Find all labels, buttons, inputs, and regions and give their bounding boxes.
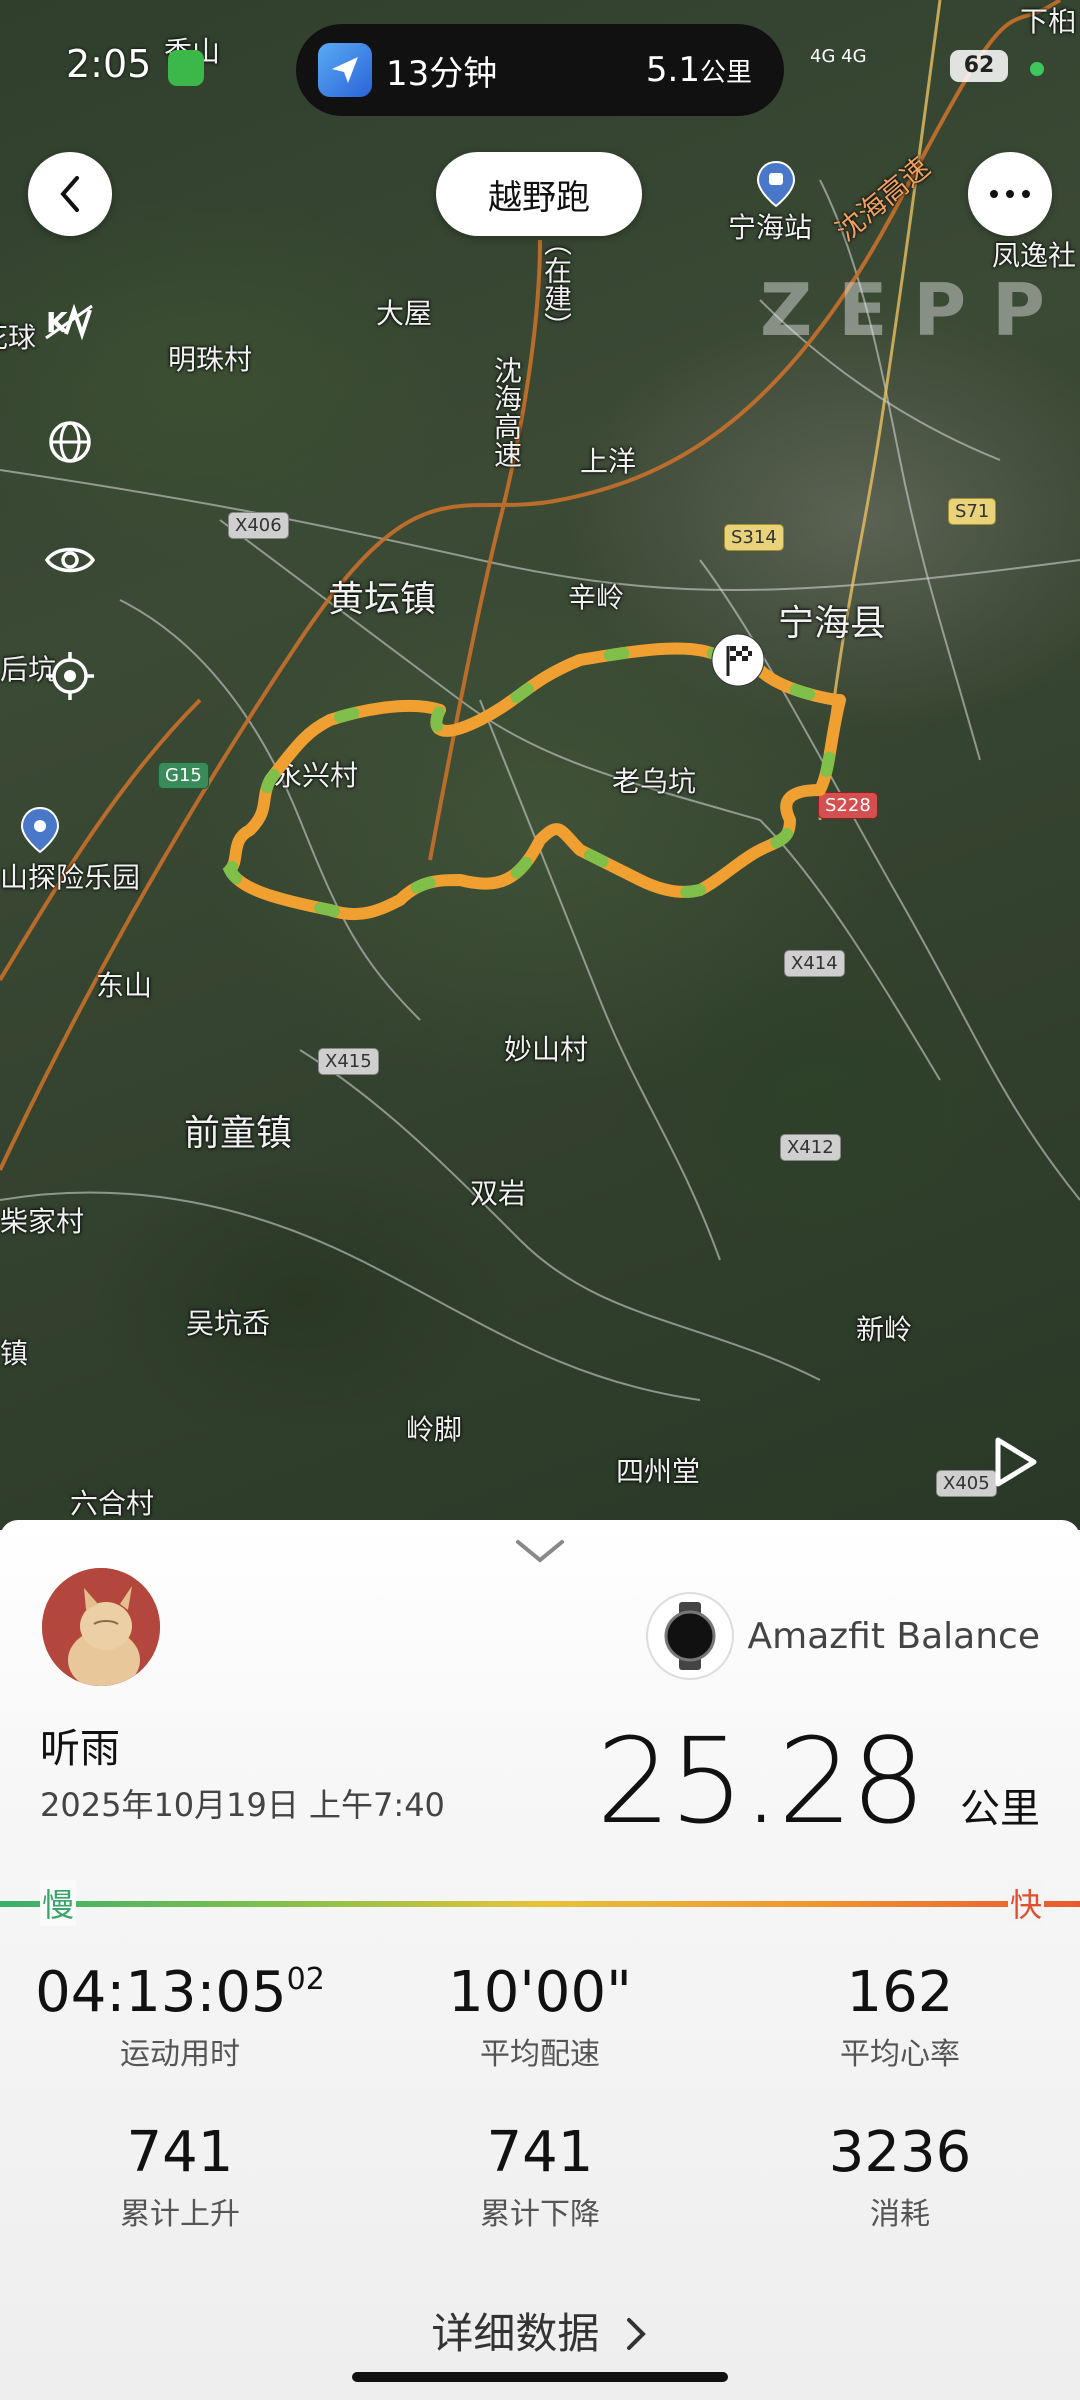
eye-icon <box>44 547 96 573</box>
stat-total-ascent: 741 累计上升 <box>120 2120 240 2232</box>
zepp-watermark: ZEPP <box>760 268 1071 352</box>
pace-gradient-bar <box>0 1901 1080 1907</box>
locate-button[interactable] <box>40 646 100 706</box>
signal-icon: 4G 4G <box>810 46 867 67</box>
chevron-right-icon <box>626 2318 646 2350</box>
privacy-dot-icon <box>1030 62 1044 76</box>
activity-type-title: 越野跑 <box>436 152 642 236</box>
distance-unit: 公里 <box>960 1786 1040 1832</box>
stat-calories: 3236 消耗 <box>828 2120 972 2232</box>
locate-icon <box>46 652 94 700</box>
battery-icon: 62 <box>950 50 1008 82</box>
detail-data-button[interactable]: 详细数据 <box>0 2300 1080 2361</box>
wechat-notification-icon <box>168 50 204 86</box>
map-layer-button[interactable] <box>40 412 100 472</box>
device-info[interactable]: Amazfit Balance <box>645 1592 1040 1680</box>
pace-slow-label: 慢 <box>40 1880 77 1926</box>
navigation-pill[interactable]: 13分钟 5.1公里 <box>296 24 784 116</box>
stat-avg-heart-rate: 162 平均心率 <box>840 1960 960 2072</box>
back-button[interactable] <box>28 152 112 236</box>
summary-sheet: 听雨 2025年10月19日 上午7:40 Amazfit Balance 25… <box>0 1520 1080 2400</box>
stat-total-descent: 741 累计下降 <box>480 2120 600 2232</box>
km-marker-icon: K <box>45 303 93 341</box>
km-marker-toggle[interactable]: K <box>40 292 100 352</box>
total-distance: 25.28 公里 <box>596 1712 1040 1850</box>
cat-avatar-image <box>42 1568 160 1686</box>
more-button[interactable] <box>968 152 1052 236</box>
status-time: 2:05 <box>66 42 152 86</box>
home-indicator[interactable] <box>352 2372 728 2382</box>
watch-icon <box>645 1592 734 1680</box>
distance-value: 25.28 <box>596 1712 926 1850</box>
play-track-button[interactable] <box>986 1432 1042 1492</box>
nav-duration: 13分钟 <box>386 53 498 94</box>
user-name: 听雨 <box>40 1726 120 1772</box>
device-name: Amazfit Balance <box>747 1615 1040 1657</box>
more-dots-icon <box>990 190 1030 198</box>
activity-datetime: 2025年10月19日 上午7:40 <box>40 1786 445 1824</box>
nav-distance: 5.1公里 <box>645 50 752 90</box>
globe-icon <box>49 421 91 463</box>
route-map[interactable]: 香山 下桕 大屋 明珠村 花球 （在建） 沈海高速 上洋 宁海站 沈海高速 凤逸… <box>0 0 1080 1530</box>
chevron-left-icon <box>60 176 79 212</box>
detail-data-label: 详细数据 <box>431 2309 600 2358</box>
play-icon <box>995 1437 1037 1487</box>
visibility-button[interactable] <box>40 530 100 590</box>
chevron-down-icon[interactable] <box>514 1536 566 1566</box>
stat-avg-pace: 10'00" 平均配速 <box>448 1960 632 2072</box>
navigation-arrow-icon <box>318 43 372 97</box>
pace-fast-label: 快 <box>1007 1880 1044 1926</box>
finish-flag-icon[interactable] <box>710 632 766 688</box>
stat-duration: 04:13:0502 运动用时 <box>35 1960 325 2072</box>
avatar[interactable] <box>42 1568 160 1686</box>
